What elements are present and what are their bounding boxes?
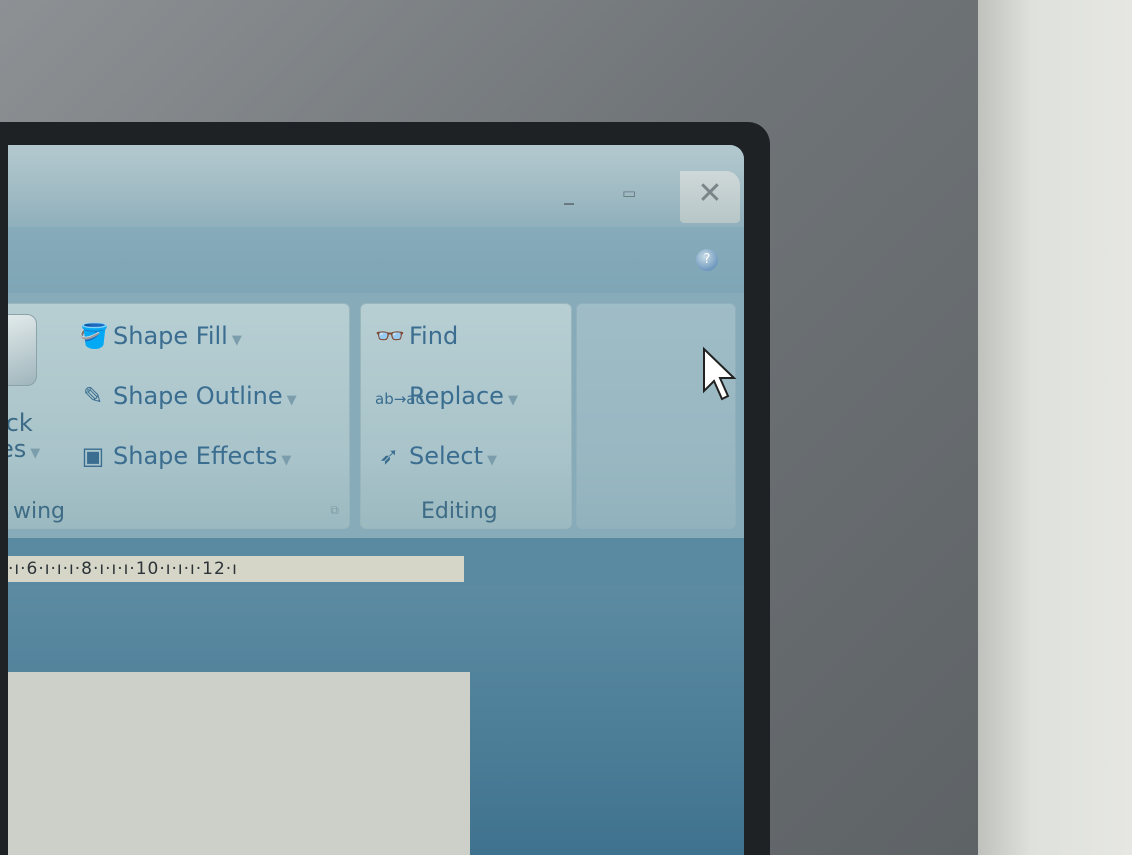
select-button[interactable]: ➶ Select ▼ bbox=[375, 442, 497, 470]
chevron-down-icon: ▼ bbox=[281, 453, 292, 468]
drawing-group: ick es▼ 🪣Shape Fill▼ ✎Shape Outline▼ ▣Sh… bbox=[8, 303, 350, 529]
quick-styles-button[interactable]: ick es▼ bbox=[8, 314, 49, 484]
dialog-launcher-icon[interactable]: ⧉ bbox=[330, 503, 339, 518]
empty-ribbon-group bbox=[576, 303, 736, 529]
chevron-down-icon: ▼ bbox=[30, 446, 41, 461]
editing-group-label: Editing bbox=[421, 499, 498, 524]
chevron-down-icon: ▼ bbox=[507, 393, 518, 408]
shape-fill-button[interactable]: 🪣 Shape Fill ▼ bbox=[79, 322, 242, 350]
paint-bucket-icon: 🪣 bbox=[79, 322, 109, 350]
shape-outline-button[interactable]: ✎ Shape Outline ▼ bbox=[79, 382, 297, 410]
horizontal-ruler[interactable]: ·ı·6·ı·ı·ı·8·ı·ı·ı·10·ı·ı·ı·12·ı bbox=[8, 556, 464, 582]
document-page[interactable] bbox=[8, 672, 470, 855]
shape-effects-icon: ▣ bbox=[81, 442, 105, 470]
replace-button[interactable]: ab→acReplace ▼ bbox=[375, 382, 518, 410]
shape-effects-button[interactable]: ▣ Shape Effects ▼ bbox=[79, 442, 292, 470]
chevron-down-icon: ▼ bbox=[487, 453, 498, 468]
quick-styles-icon bbox=[8, 314, 37, 386]
ribbon-tabs-row bbox=[8, 227, 744, 293]
minimize-icon[interactable]: _ bbox=[564, 183, 574, 203]
application-window: _ ▭ ✕ ? ick es▼ 🪣Shape Fill▼ ✎Shape Outl… bbox=[8, 145, 744, 855]
maximize-icon[interactable]: ▭ bbox=[622, 183, 636, 203]
pencil-outline-icon: ✎ bbox=[82, 382, 104, 410]
chevron-down-icon: ▼ bbox=[286, 393, 297, 408]
binoculars-icon: 👓 bbox=[375, 322, 405, 350]
find-button[interactable]: 👓 Find bbox=[375, 322, 458, 350]
replace-icon: ab→ac bbox=[375, 390, 424, 408]
mouse-pointer-icon bbox=[703, 346, 737, 401]
help-icon[interactable]: ? bbox=[696, 249, 718, 271]
quick-styles-label: ick es▼ bbox=[8, 409, 41, 463]
chevron-down-icon: ▼ bbox=[231, 333, 242, 348]
background-wall bbox=[978, 0, 1132, 855]
editing-group: 👓 Find ab→acReplace ▼ ➶ Select ▼ Editing bbox=[360, 303, 572, 529]
close-icon[interactable]: ✕ bbox=[680, 171, 740, 223]
title-bar: _ ▭ ✕ bbox=[8, 145, 744, 227]
ribbon: ick es▼ 🪣Shape Fill▼ ✎Shape Outline▼ ▣Sh… bbox=[8, 293, 744, 538]
drawing-group-label: wing bbox=[13, 499, 66, 524]
select-cursor-icon: ➶ bbox=[378, 442, 400, 470]
